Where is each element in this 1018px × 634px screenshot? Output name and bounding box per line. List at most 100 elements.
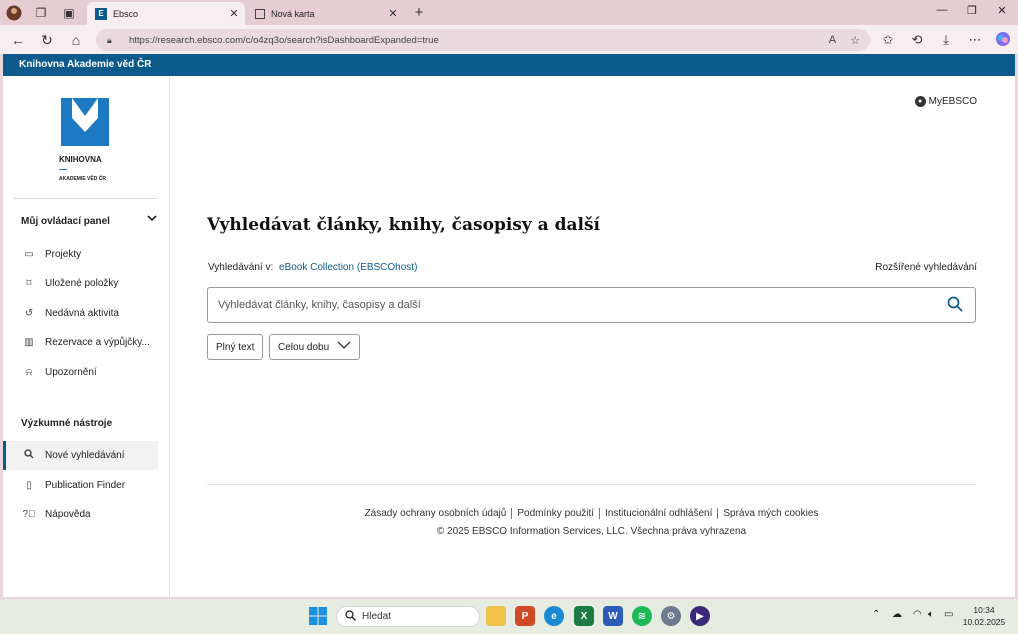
sidebar-item-label: Projekty	[45, 249, 82, 260]
sidebar-item-label: Publication Finder	[45, 480, 126, 491]
file-explorer-icon[interactable]	[486, 606, 506, 626]
fulltext-filter-button[interactable]: Plný text	[207, 334, 264, 360]
copyright: © 2025 EBSCO Information Services, LLC. …	[436, 526, 747, 537]
sidebar-item-help[interactable]: ?⃝ Nápověda	[3, 500, 158, 529]
page-title: Vyhledávat články, knihy, časopisy a dal…	[207, 215, 600, 235]
restore-icon[interactable]: ❐	[962, 4, 982, 20]
lock-icon: 🔒︎	[107, 34, 112, 45]
copilot-icon[interactable]	[994, 31, 1012, 49]
institutional-logout-link[interactable]: Institucionální odhlášení	[605, 508, 712, 519]
dashboard-section-title[interactable]: Můj ovládací panel	[21, 216, 110, 227]
cloud-icon[interactable]: ☁	[892, 609, 902, 620]
footer-separator	[511, 508, 513, 519]
footer-separator	[599, 508, 601, 519]
back-arrow-icon[interactable]: ←	[9, 31, 27, 49]
tab-ebsco[interactable]: E Ebsco ✕	[87, 2, 245, 25]
search-submit-icon[interactable]	[947, 296, 965, 315]
history-browser-icon[interactable]: ⟲	[908, 31, 926, 49]
powerpoint-icon[interactable]: P	[515, 606, 535, 626]
download-icon[interactable]: ⤓	[937, 31, 955, 49]
clock[interactable]: 10:34 10.02.2025	[962, 604, 1006, 628]
divider	[13, 198, 158, 199]
sidebar-item-label: Nápověda	[45, 509, 91, 520]
bell-icon: ⍾	[25, 367, 33, 378]
more-options-icon[interactable]: ⋯	[966, 31, 984, 49]
document-icon: ▯	[26, 480, 32, 491]
search-scope: Vyhledávání v: eBook Collection (EBSCOho…	[208, 262, 417, 273]
volume-icon[interactable]: 🔈︎	[928, 609, 934, 620]
close-window-icon[interactable]: ✕	[992, 4, 1012, 20]
wifi-icon[interactable]: ◠	[913, 609, 922, 620]
sidebar-item-label: Nedávná aktivita	[45, 308, 119, 319]
taskbar-search[interactable]: Hledat	[336, 606, 480, 627]
sidebar-item-saved[interactable]: ⌑ Uložené položky	[3, 269, 158, 298]
edge-icon[interactable]: e	[544, 606, 564, 626]
new-tab-plus-icon[interactable]: +	[410, 4, 428, 21]
search-input[interactable]	[208, 288, 947, 322]
taskbar-search-label: Hledat	[362, 611, 391, 622]
bookmark-icon: ⌑	[26, 278, 32, 289]
logo-divider	[59, 169, 67, 170]
favorite-star-icon[interactable]: ☆	[850, 34, 860, 47]
word-icon[interactable]: W	[603, 606, 623, 626]
tab-title: Nová karta	[271, 8, 315, 19]
settings-gear-icon[interactable]: ⚙	[661, 606, 681, 626]
terms-link[interactable]: Podmínky použití	[517, 508, 594, 519]
sidebar-item-label: Nové vyhledávání	[45, 450, 125, 461]
os-taskbar: Hledat P e X W ≋ ⚙ ▶ ⌃ ☁ ◠ 🔈︎ ▭ 10:34 10…	[0, 599, 1018, 634]
sidebar-item-loans[interactable]: ▥ Rezervace a výpůjčky...	[3, 328, 158, 357]
address-bar[interactable]: 🔒︎ https://research.ebsco.com/c/o4zq3o/s…	[96, 29, 870, 51]
url-text[interactable]: https://research.ebsco.com/c/o4zq3o/sear…	[129, 35, 829, 46]
newtab-favicon-icon	[255, 8, 265, 19]
workspaces-icon[interactable]: ❐	[32, 4, 50, 21]
sidebar-item-label: Uložené položky	[45, 278, 119, 289]
close-tab-icon[interactable]: ✕	[227, 7, 241, 20]
sidebar-item-new-search[interactable]: Nové vyhledávání	[3, 441, 158, 470]
read-aloud-icon[interactable]: A	[829, 34, 836, 46]
search-icon	[345, 609, 356, 624]
spotify-icon[interactable]: ≋	[632, 606, 652, 626]
close-tab-icon[interactable]: ✕	[386, 7, 400, 20]
privacy-link[interactable]: Zásady ochrany osobních údajů	[365, 508, 507, 519]
browser-toolbar: ← ↻ ⌂ 🔒︎ https://research.ebsco.com/c/o4…	[0, 25, 1018, 54]
sidebar-item-projects[interactable]: ▭ Projekty	[3, 240, 158, 269]
sidebar-item-alerts[interactable]: ⍾ Upozornění	[3, 358, 158, 387]
myebsco-button[interactable]: ● MyEBSCO	[914, 96, 977, 107]
ebsco-favicon-icon: E	[95, 7, 107, 20]
help-icon: ?⃝	[22, 509, 36, 520]
sidebar-item-recent[interactable]: ↺ Nedávná aktivita	[3, 299, 158, 328]
media-player-icon[interactable]: ▶	[690, 606, 710, 626]
books-icon: ▥	[24, 337, 34, 348]
chevron-up-icon[interactable]: ⌃	[872, 609, 880, 620]
battery-icon[interactable]: ▭	[944, 609, 953, 620]
browser-tabbar: ❐ ▣ E Ebsco ✕ Nová karta ✕ + — ❐ ✕	[0, 0, 1018, 25]
date-filter-dropdown[interactable]: Celou dobu	[269, 334, 360, 360]
excel-icon[interactable]: X	[574, 606, 594, 626]
minimize-icon[interactable]: —	[932, 4, 952, 20]
windows-start-icon[interactable]	[309, 607, 327, 625]
history-icon: ↺	[24, 308, 34, 319]
advanced-search-link[interactable]: Rozšířené vyhledávání	[875, 262, 977, 273]
reload-icon[interactable]: ↻	[38, 31, 56, 49]
tab-actions-icon[interactable]: ▣	[60, 4, 78, 21]
tab-new[interactable]: Nová karta ✕	[247, 2, 404, 25]
clock-time: 10:34	[973, 605, 995, 615]
home-icon[interactable]: ⌂	[67, 31, 85, 49]
date-filter-label: Celou dobu	[278, 341, 330, 353]
page-content: Knihovna Akademie věd ČR KNIHOVNA AKADEM…	[3, 54, 1015, 597]
chevron-down-icon[interactable]	[147, 214, 157, 225]
favorites-icon[interactable]: ✩	[879, 31, 897, 49]
footer-links: Zásady ochrany osobních údajů Podmínky po…	[207, 508, 976, 519]
fulltext-filter-label: Plný text	[216, 341, 255, 353]
sidebar-item-publication-finder[interactable]: ▯ Publication Finder	[3, 471, 158, 500]
profile-avatar[interactable]	[5, 4, 23, 21]
logo-text-sub: AKADEMIE VĚD ČR	[59, 176, 106, 182]
library-logo[interactable]: KNIHOVNA AKADEMIE VĚD ČR	[59, 96, 111, 184]
main-content: ● MyEBSCO Vyhledávat články, knihy, časo…	[171, 76, 1015, 597]
clock-date: 10.02.2025	[962, 617, 1006, 627]
library-logo-mark	[61, 98, 109, 146]
cookies-link[interactable]: Správa mých cookies	[723, 508, 818, 519]
tools-section-title: Výzkumné nástroje	[21, 418, 113, 429]
sidebar-item-label: Rezervace a výpůjčky...	[45, 337, 150, 348]
scope-collection-link[interactable]: eBook Collection (EBSCOhost)	[279, 262, 417, 273]
